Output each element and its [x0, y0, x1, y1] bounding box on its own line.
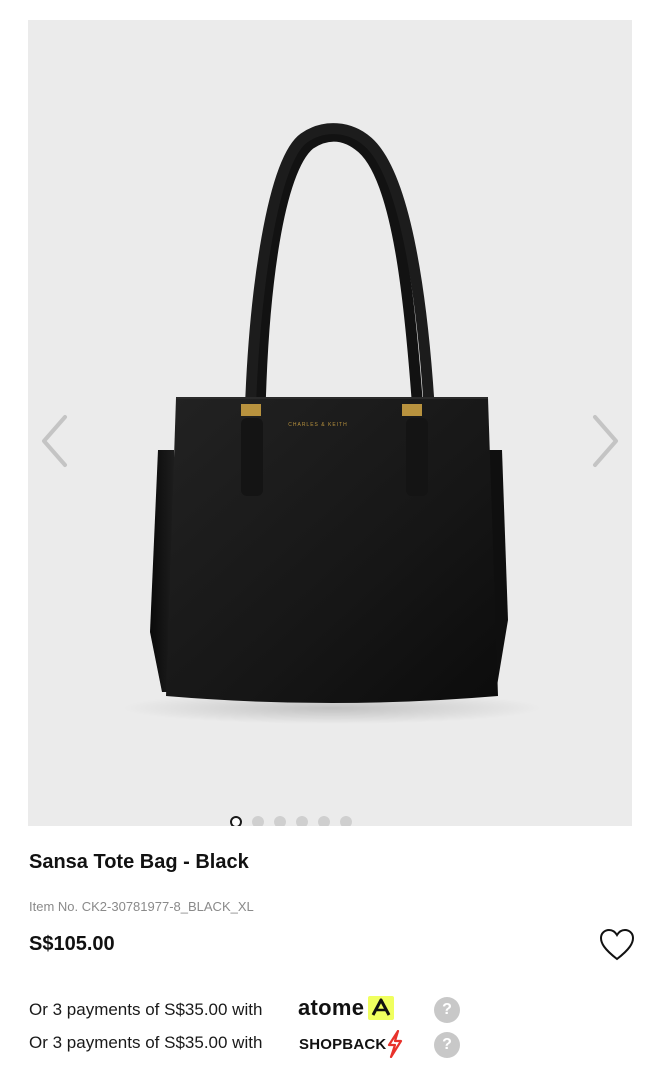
shopback-bolt-icon: [388, 1030, 403, 1058]
gallery-pagination: [28, 816, 593, 826]
shopback-logo: SHOPBACK: [299, 1029, 403, 1059]
gallery-dot-5[interactable]: [318, 816, 330, 826]
chevron-right-icon: [593, 415, 618, 467]
gallery-dot-6[interactable]: [340, 816, 352, 826]
wishlist-button[interactable]: [598, 927, 636, 963]
atome-wordmark: atome: [298, 995, 365, 1020]
gallery-dot-3[interactable]: [274, 816, 286, 826]
heart-outline-icon: [599, 928, 635, 961]
installment-text: Or 3 payments of S$35.00 with: [29, 1033, 263, 1052]
atome-help-icon[interactable]: ?: [434, 997, 460, 1023]
shopback-help-icon[interactable]: ?: [434, 1032, 460, 1058]
atome-badge-icon: [368, 996, 395, 1020]
installment-text: Or 3 payments of S$35.00 with: [29, 1000, 263, 1019]
product-gallery[interactable]: CHARLES & KEITH: [28, 20, 632, 826]
gallery-next-button[interactable]: [584, 405, 628, 477]
gallery-dot-1[interactable]: [230, 816, 242, 826]
product-title: Sansa Tote Bag - Black: [29, 851, 249, 873]
chevron-left-icon: [42, 415, 67, 467]
gallery-prev-button[interactable]: [32, 405, 76, 477]
installment-row-shopback: Or 3 payments of S$35.00 with: [29, 1028, 262, 1058]
shopback-wordmark: SHOPBACK: [299, 1035, 387, 1053]
atome-logo: atome: [298, 993, 395, 1023]
gallery-dot-4[interactable]: [296, 816, 308, 826]
bag-brand-stamp: CHARLES & KEITH: [288, 422, 347, 428]
installment-row-atome: Or 3 payments of S$35.00 with: [29, 995, 262, 1025]
product-image: CHARLES & KEITH: [122, 123, 542, 724]
item-number: Item No. CK2-30781977-8_BLACK_XL: [29, 899, 254, 914]
product-price: S$105.00: [29, 933, 115, 955]
gallery-dot-2[interactable]: [252, 816, 264, 826]
